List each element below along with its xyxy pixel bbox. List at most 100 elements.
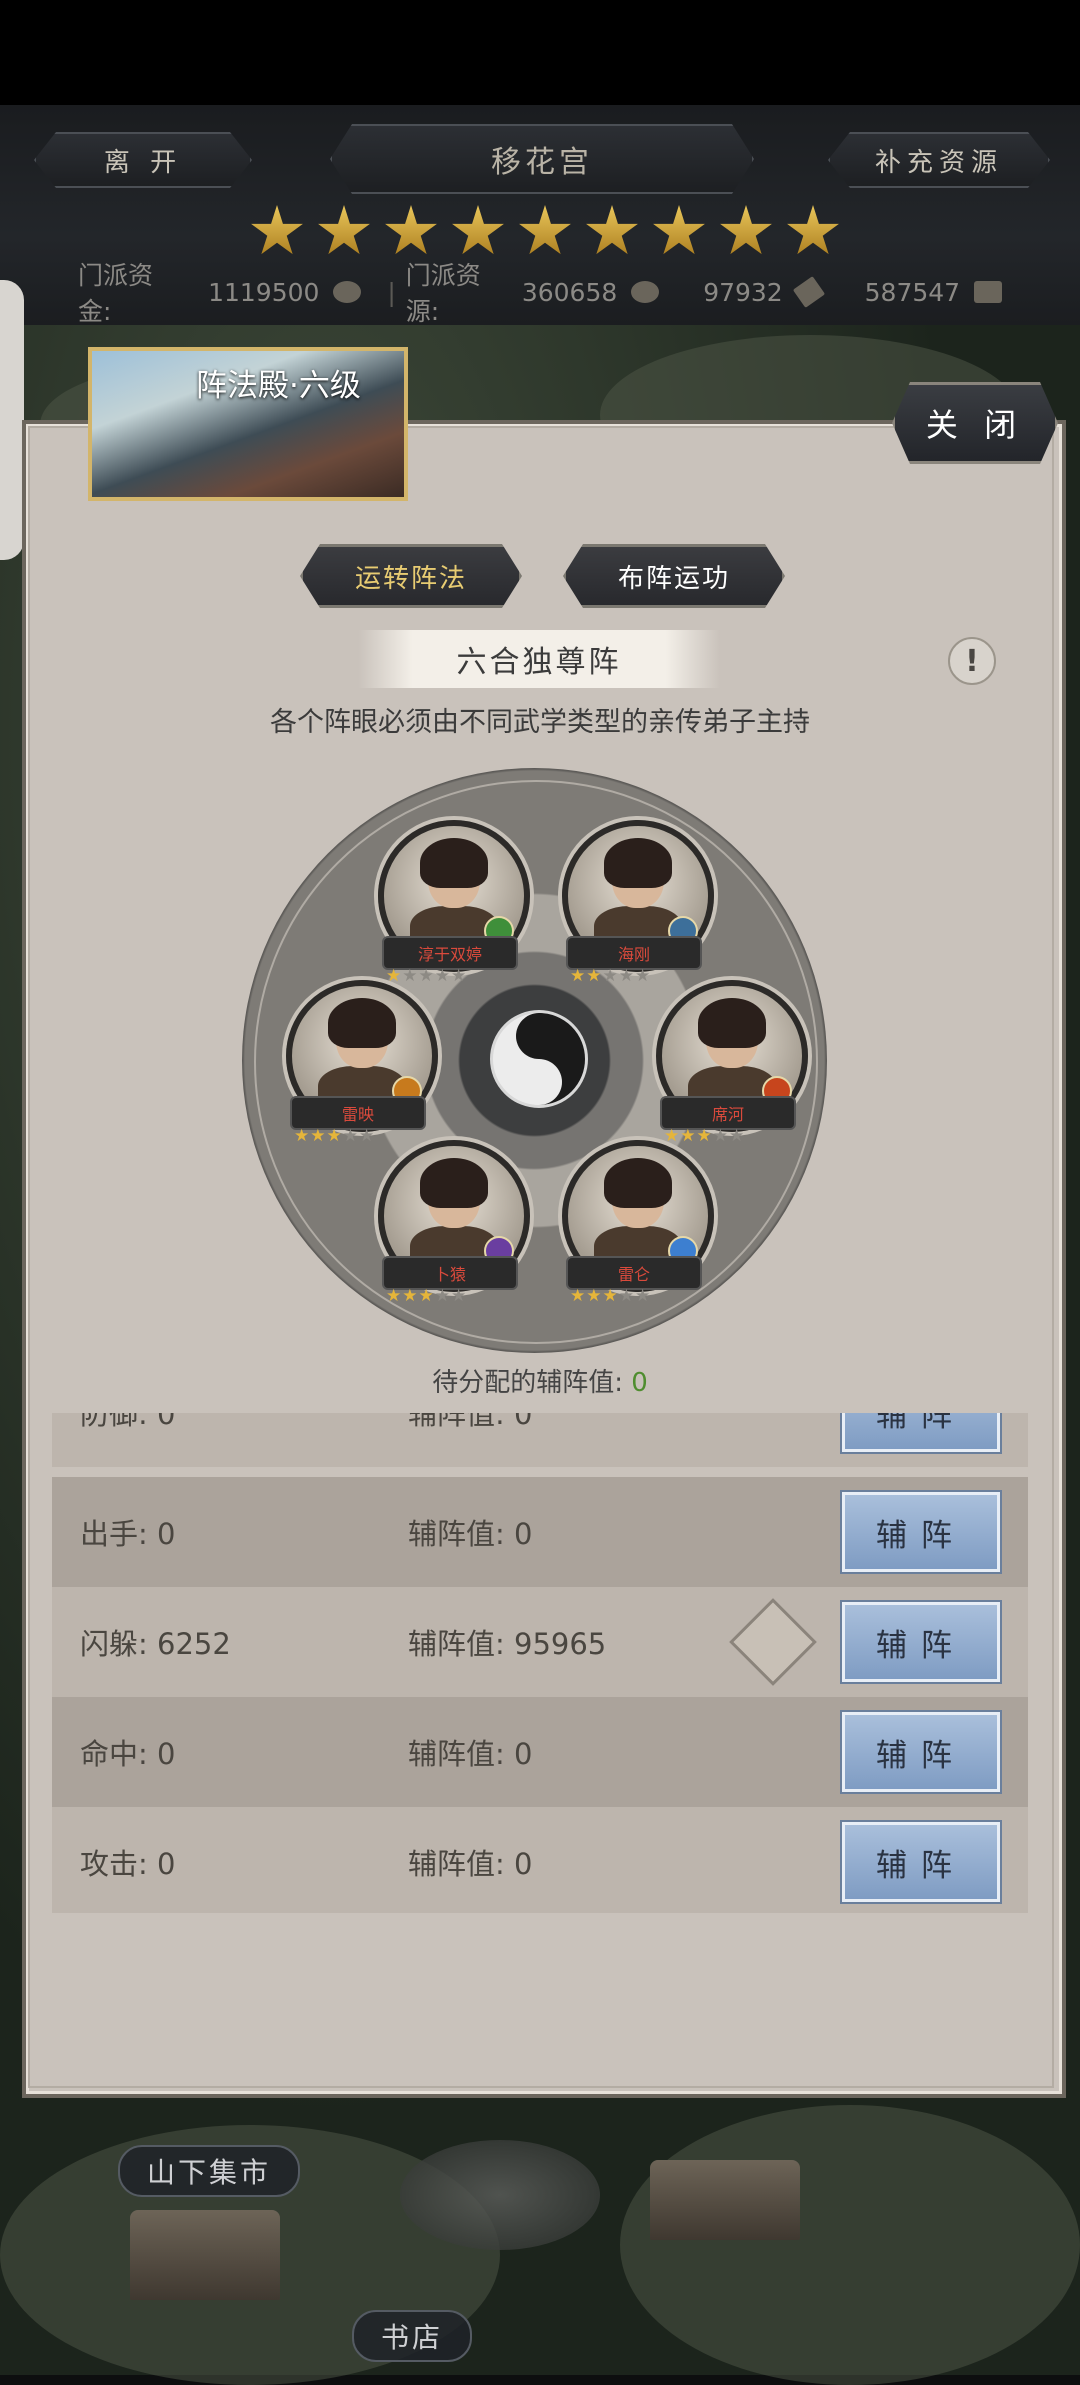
stat-label: 防御: 0 — [80, 1413, 176, 1431]
side-handle[interactable] — [0, 280, 24, 560]
disciple-slot-2[interactable]: 海刚 ★★★★★ — [552, 820, 714, 990]
tab-run-formation[interactable]: 运转阵法 — [300, 544, 522, 608]
star-icon — [519, 205, 571, 255]
hall-building-icon[interactable] — [650, 2160, 800, 2240]
resource3-value: 587547 — [864, 277, 961, 307]
supply-resources-button[interactable]: 补充资源 — [828, 132, 1050, 188]
disciple-slot-1[interactable]: 淳于双婷 ★★★★★ — [368, 820, 530, 990]
assist-button[interactable]: 辅阵 — [840, 1413, 1002, 1454]
pending-aux-value: 待分配的辅阵值: 0 — [300, 1362, 780, 1402]
close-button[interactable]: 关 闭 — [892, 382, 1058, 464]
star-icon: ★ — [570, 1286, 587, 1306]
star-icon: ★ — [570, 966, 587, 986]
star-icon: ★ — [326, 1126, 343, 1146]
star-icon — [720, 205, 772, 255]
ore-icon — [631, 281, 660, 303]
ingot-icon — [974, 281, 1002, 303]
star-icon: ★ — [434, 1286, 451, 1306]
star-icon: ★ — [294, 1126, 311, 1146]
formation-name: 六合独尊阵 — [358, 630, 720, 688]
star-icon: ★ — [618, 966, 635, 986]
attribute-row-attack: 攻击: 0 辅阵值: 0 辅阵 — [52, 1807, 1028, 1913]
star-icon: ★ — [602, 1286, 619, 1306]
disciple-stars: ★★★★★ — [386, 1286, 467, 1306]
market-building-icon[interactable] — [130, 2210, 280, 2300]
star-icon: ★ — [434, 966, 451, 986]
star-icon: ★ — [586, 966, 603, 986]
stat-label: 出手: 0 — [80, 1517, 176, 1551]
star-icon: ★ — [712, 1126, 729, 1146]
resource-value: 360658 — [521, 277, 618, 307]
yin-yang-icon — [490, 1010, 588, 1108]
market-label[interactable]: 山下集市 — [118, 2145, 300, 2197]
leave-button[interactable]: 离 开 — [34, 132, 252, 188]
star-icon — [251, 205, 303, 255]
disciple-name: 雷仑 — [566, 1256, 702, 1290]
resource2-value: 97932 — [703, 277, 783, 307]
assist-button[interactable]: 辅阵 — [840, 1490, 1002, 1574]
star-icon: ★ — [310, 1126, 327, 1146]
disciple-name: 卜猿 — [382, 1256, 518, 1290]
star-icon: ★ — [386, 1286, 403, 1306]
aux-label: 辅阵值: 0 — [408, 1413, 533, 1431]
info-icon[interactable]: ! — [948, 637, 996, 685]
star-icon — [385, 205, 437, 255]
star-icon: ★ — [586, 1286, 603, 1306]
stat-label: 攻击: 0 — [80, 1847, 176, 1881]
disciple-hair — [604, 1158, 672, 1208]
disciple-hair — [420, 838, 488, 888]
attribute-row-defense: 防御: 0 辅阵值: 0 辅阵 — [52, 1413, 1028, 1467]
star-icon: ★ — [418, 1286, 435, 1306]
stat-label: 闪躲: 6252 — [80, 1627, 231, 1661]
sword-icon — [792, 276, 825, 308]
pending-number: 0 — [631, 1368, 648, 1398]
disciple-name: 席河 — [660, 1096, 796, 1130]
star-icon — [653, 205, 705, 255]
sect-title: 移花宫 — [330, 124, 754, 194]
funds-value: 1119500 — [208, 277, 320, 307]
disciple-stars: ★★★★★ — [294, 1126, 375, 1146]
swap-icon[interactable] — [729, 1598, 817, 1686]
assist-button[interactable]: 辅阵 — [840, 1600, 1002, 1684]
disciple-stars: ★★★★★ — [570, 1286, 651, 1306]
divider: | — [387, 277, 396, 307]
aux-label: 辅阵值: 95965 — [408, 1627, 607, 1661]
tab-setup-formation[interactable]: 布阵运功 — [563, 544, 785, 608]
sect-star-rating — [250, 205, 840, 265]
pending-label: 待分配的辅阵值: — [432, 1368, 623, 1398]
aux-label: 辅阵值: 0 — [408, 1737, 533, 1771]
attribute-table: 防御: 0 辅阵值: 0 辅阵 出手: 0 辅阵值: 0 辅阵 闪躲: 6252… — [52, 1413, 1028, 1913]
aux-label: 辅阵值: 0 — [408, 1517, 533, 1551]
attribute-row-accuracy: 命中: 0 辅阵值: 0 辅阵 — [52, 1697, 1028, 1807]
disciple-hair — [698, 998, 766, 1048]
star-icon — [787, 205, 839, 255]
bookstore-label[interactable]: 书店 — [352, 2310, 472, 2362]
star-icon: ★ — [635, 1286, 652, 1306]
attribute-row-dodge: 闪躲: 6252 辅阵值: 95965 辅阵 — [52, 1587, 1028, 1697]
star-icon — [586, 205, 638, 255]
disciple-slot-4[interactable]: 席河 ★★★★★ — [646, 980, 808, 1150]
attribute-row-speed: 出手: 0 辅阵值: 0 辅阵 — [52, 1477, 1028, 1587]
resource-label: 门派资源: — [405, 261, 481, 326]
star-icon: ★ — [342, 1126, 359, 1146]
assist-button[interactable]: 辅阵 — [840, 1710, 1002, 1794]
assist-button[interactable]: 辅阵 — [840, 1820, 1002, 1904]
disciple-hair — [420, 1158, 488, 1208]
funds-label: 门派资金: — [78, 261, 154, 326]
resource-bar: 门派资金: 1119500 | 门派资源: 360658 97932 58754… — [78, 261, 1018, 326]
disciple-slot-5[interactable]: 卜猿 ★★★★★ — [368, 1140, 530, 1310]
formation-platform-icon[interactable] — [400, 2140, 600, 2250]
stat-label: 命中: 0 — [80, 1737, 176, 1771]
star-icon: ★ — [602, 966, 619, 986]
disciple-name: 雷映 — [290, 1096, 426, 1130]
disciple-slot-6[interactable]: 雷仑 ★★★★★ — [552, 1140, 714, 1310]
hall-title: 阵法殿·六级 — [196, 368, 361, 404]
disciple-hair — [328, 998, 396, 1048]
star-icon — [318, 205, 370, 255]
disciple-slot-3[interactable]: 雷映 ★★★★★ — [276, 980, 438, 1150]
star-icon: ★ — [729, 1126, 746, 1146]
coin-icon — [333, 281, 362, 303]
disciple-name: 海刚 — [566, 936, 702, 970]
disciple-stars: ★★★★★ — [570, 966, 651, 986]
star-icon: ★ — [618, 1286, 635, 1306]
